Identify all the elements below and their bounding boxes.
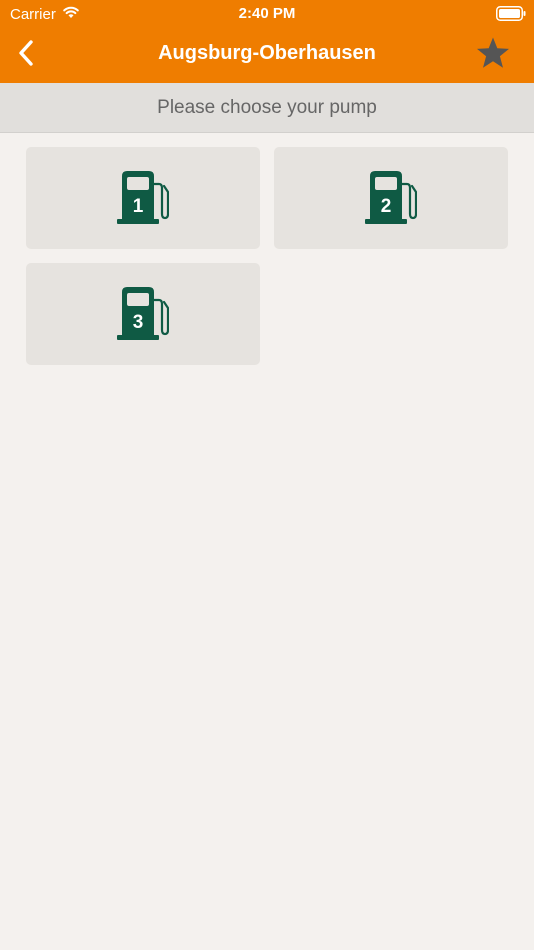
favorite-button[interactable] <box>474 37 512 73</box>
fuel-pump-icon: 1 <box>117 170 169 226</box>
pump-number: 1 <box>132 196 144 217</box>
fuel-pump-icon: 3 <box>117 286 169 342</box>
pump-tile-2[interactable]: 2 <box>274 147 508 249</box>
station-title: Augsburg-Oberhausen <box>158 42 376 64</box>
fuel-pump-icon: 2 <box>365 170 417 226</box>
status-bar: Carrier 2:40 PM <box>0 0 534 28</box>
star-icon <box>475 36 511 75</box>
status-time: 2:40 PM <box>238 5 296 22</box>
navigation-bar: Augsburg-Oberhausen <box>0 28 534 83</box>
pump-grid: 1 2 3 <box>26 147 508 365</box>
pump-number: 3 <box>132 312 144 333</box>
pump-selection-prompt: Please choose your pump <box>157 96 377 118</box>
pump-number: 2 <box>380 196 392 217</box>
pump-tile-1[interactable]: 1 <box>26 147 260 249</box>
pump-tile-3[interactable]: 3 <box>26 263 260 365</box>
battery-icon <box>496 6 526 21</box>
pump-selection-header: Please choose your pump <box>0 83 534 133</box>
